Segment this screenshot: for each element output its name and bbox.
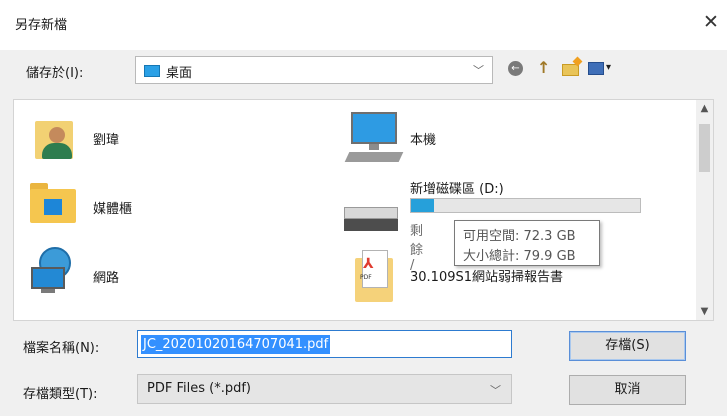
- drive-capacity-bar: [410, 198, 641, 213]
- drive-tooltip: 可用空間: 72.3 GB 大小總計: 79.9 GB: [454, 220, 600, 266]
- up-arrow-icon[interactable]: ↑: [537, 58, 550, 77]
- cancel-button[interactable]: 取消: [569, 375, 686, 405]
- title-bar: 另存新檔 ✕: [0, 0, 727, 50]
- filetype-value: PDF Files (*.pdf): [147, 381, 251, 396]
- save-in-label: 儲存於(I):: [26, 66, 84, 81]
- view-grid-icon[interactable]: [588, 62, 604, 75]
- item-label[interactable]: 本機: [410, 129, 436, 148]
- close-icon[interactable]: ✕: [703, 11, 719, 33]
- item-label[interactable]: 媒體櫃: [93, 198, 132, 217]
- pdf-acrobat-icon: ⅄: [363, 256, 374, 272]
- pdf-tag: PDF: [360, 274, 372, 281]
- filename-input[interactable]: JC_20201020164707041.pdf: [137, 330, 512, 358]
- libraries-folder-icon[interactable]: [30, 183, 76, 223]
- filetype-label: 存檔類型(T):: [23, 387, 98, 402]
- item-label[interactable]: 網路: [93, 267, 119, 286]
- new-folder-button[interactable]: [560, 56, 584, 80]
- location-dropdown[interactable]: 桌面 ﹀: [135, 56, 493, 84]
- filename-label: 檔案名稱(N):: [23, 341, 100, 356]
- pdf-folder-icon[interactable]: ⅄ PDF: [355, 250, 393, 302]
- chevron-down-icon[interactable]: ﹀: [473, 62, 484, 78]
- tooltip-free-space: 可用空間: 72.3 GB: [463, 229, 576, 244]
- scrollbar-thumb[interactable]: [699, 124, 710, 172]
- caret-down-icon[interactable]: ▾: [606, 62, 611, 73]
- chevron-down-icon[interactable]: ﹀: [490, 382, 501, 398]
- drive-capacity-fill: [411, 199, 434, 212]
- location-value: 桌面: [166, 66, 193, 81]
- item-label[interactable]: 劉瑋: [93, 129, 119, 148]
- up-one-level-button[interactable]: ↑: [535, 58, 553, 80]
- filetype-dropdown[interactable]: PDF Files (*.pdf) ﹀: [137, 374, 512, 404]
- file-list[interactable]: 劉瑋 媒體櫃 網路 本機 新增磁碟區 (D:) 剩餘 / 可用空間: 72.3 …: [13, 99, 714, 321]
- hard-drive-icon[interactable]: [344, 207, 402, 233]
- close-button[interactable]: ✕: [699, 10, 723, 34]
- network-icon[interactable]: [31, 247, 77, 293]
- view-menu-button[interactable]: ▾: [588, 58, 618, 80]
- filename-value[interactable]: JC_20201020164707041.pdf: [141, 335, 331, 354]
- desktop-folder-icon: [144, 65, 160, 77]
- this-pc-icon[interactable]: [344, 112, 404, 164]
- vertical-scrollbar[interactable]: ▲ ▼: [696, 100, 713, 320]
- back-arrow-icon[interactable]: ←: [508, 61, 523, 76]
- save-button[interactable]: 存檔(S): [569, 331, 686, 361]
- item-label[interactable]: 30.109S1網站弱掃報告書: [410, 266, 563, 285]
- back-button[interactable]: ←: [508, 58, 524, 80]
- item-label[interactable]: 新增磁碟區 (D:): [410, 178, 504, 197]
- tooltip-total-size: 大小總計: 79.9 GB: [463, 249, 576, 264]
- scroll-down-icon[interactable]: ▼: [696, 306, 713, 317]
- scroll-up-icon[interactable]: ▲: [696, 103, 713, 114]
- user-folder-icon[interactable]: [35, 113, 79, 159]
- window-title: 另存新檔: [15, 18, 68, 33]
